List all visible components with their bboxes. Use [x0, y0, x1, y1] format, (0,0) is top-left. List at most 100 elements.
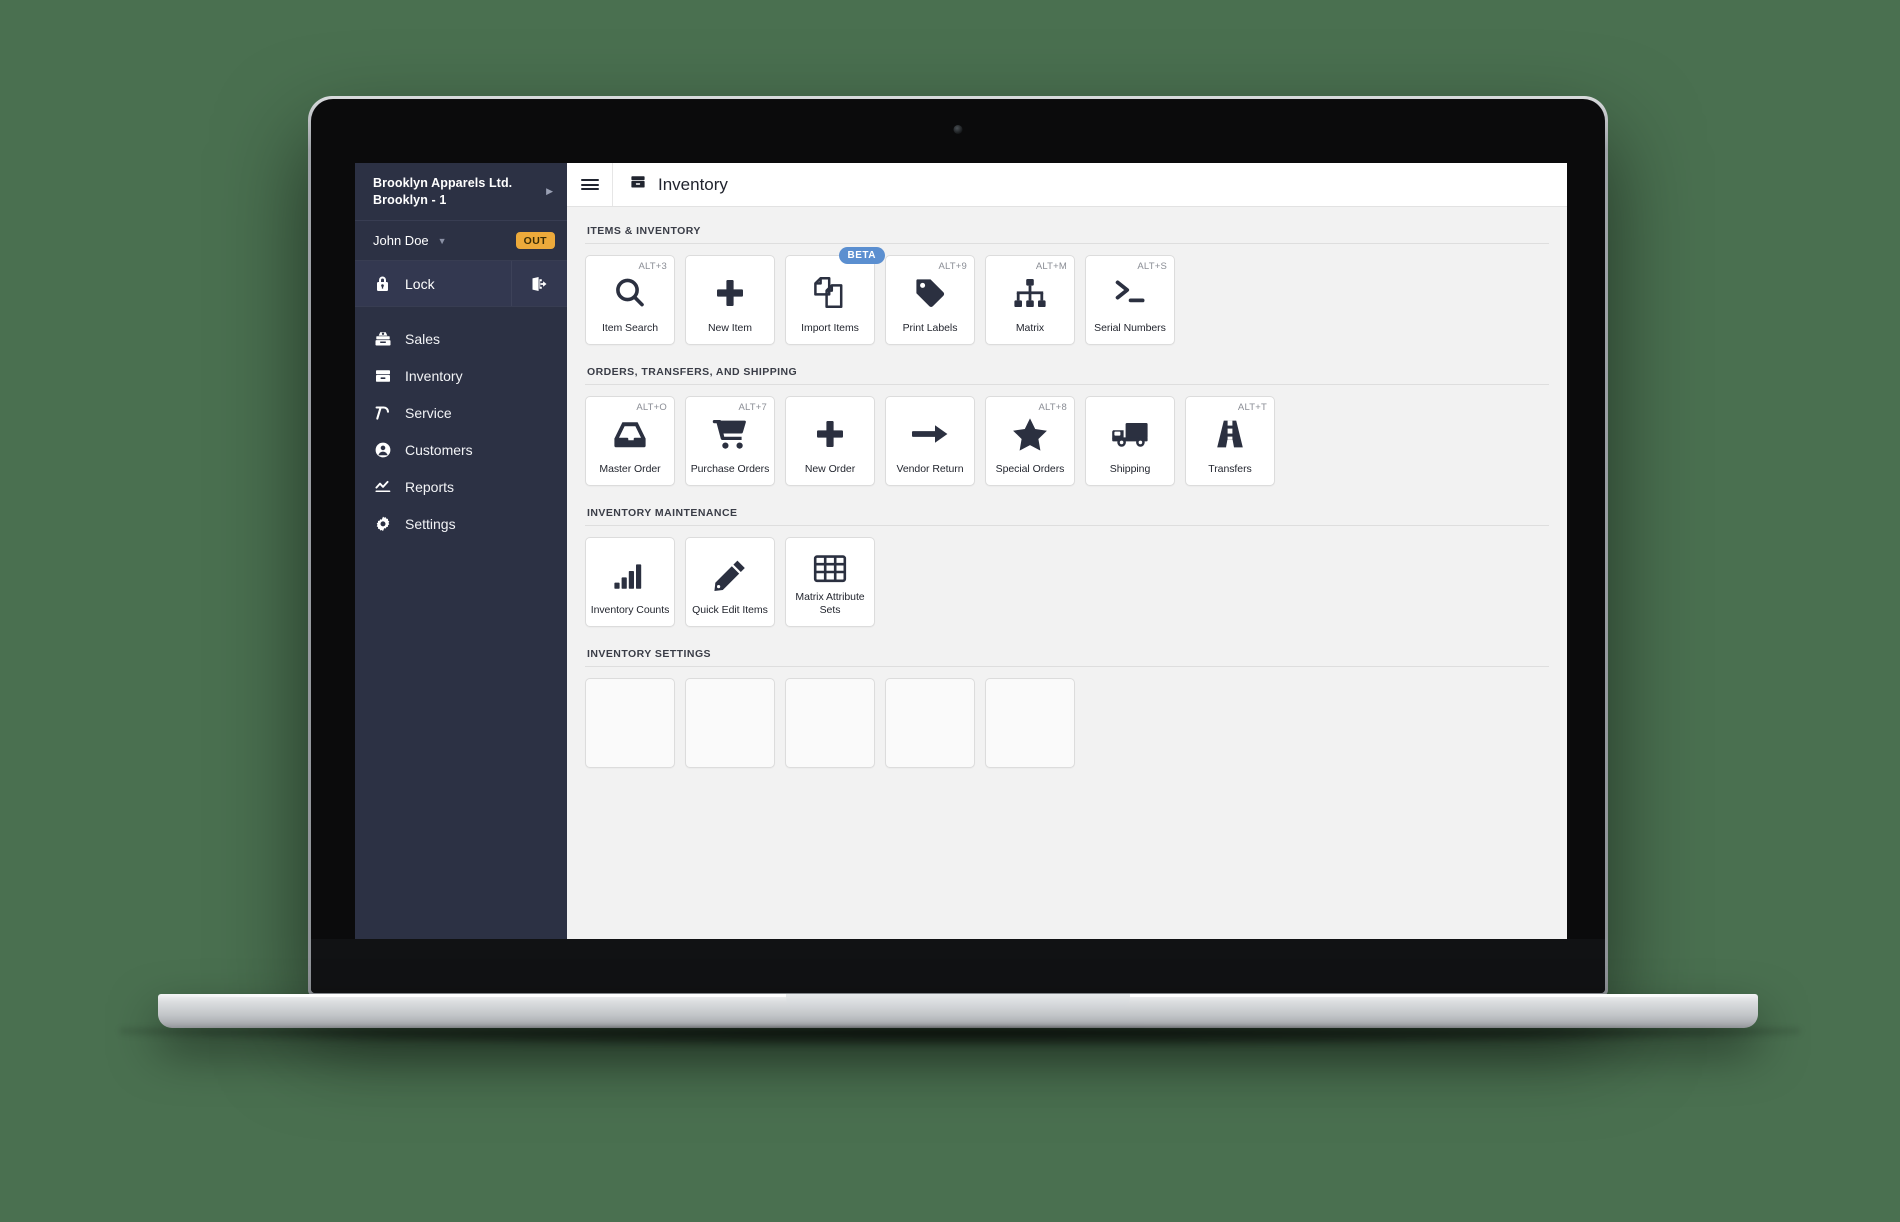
tile-placeholder[interactable]: [585, 678, 675, 768]
tile-label: Matrix Attribute Sets: [795, 591, 865, 617]
bar-chart-icon: [586, 538, 674, 604]
tile-label: Print Labels: [902, 322, 958, 335]
inventory-drawer-icon: [629, 173, 647, 196]
tile-matrix[interactable]: ALT+M Matrix: [985, 255, 1075, 345]
tile-label: Matrix: [1015, 322, 1045, 335]
section-heading: ITEMS & INVENTORY: [587, 225, 701, 237]
tile-quick-edit-items[interactable]: Quick Edit Items: [685, 537, 775, 627]
top-bar: Inventory: [567, 163, 1567, 207]
hamburger-bar: [580, 187, 599, 190]
tile-placeholder[interactable]: [785, 678, 875, 768]
lock-button[interactable]: Lock: [355, 261, 511, 306]
tile-label: Serial Numbers: [1094, 322, 1166, 335]
sidebar-item-label: Reports: [405, 478, 455, 495]
tile-shortcut: ALT+7: [738, 402, 767, 413]
sidebar-org-switcher[interactable]: Brooklyn Apparels Ltd. Brooklyn - 1 ▶: [355, 163, 567, 221]
hamburger-bar: [580, 179, 599, 182]
section-divider: [585, 384, 1549, 385]
tile-transfers[interactable]: ALT+T Transfers: [1185, 396, 1275, 486]
laptop-shadow: [120, 1028, 1800, 1046]
tile-row: ALT+O Master Order ALT+7 Purchase Orders New…: [585, 396, 1549, 486]
gear-icon: [373, 514, 392, 533]
tile-label: Item Search: [601, 322, 659, 335]
sidebar-user-name-wrap: John Doe ▼: [373, 233, 447, 248]
tile-special-orders[interactable]: ALT+8 Special Orders: [985, 396, 1075, 486]
tile-item-search[interactable]: ALT+3 Item Search: [585, 255, 675, 345]
section-divider: [585, 666, 1549, 667]
main-area: Inventory ITEMS & INVENTORY ALT+3 Item Sea…: [567, 163, 1567, 983]
tile-placeholder[interactable]: [685, 678, 775, 768]
sidebar-item-service[interactable]: Service: [355, 394, 567, 431]
sidebar-item-settings[interactable]: Settings: [355, 505, 567, 542]
content-scroll-area[interactable]: ITEMS & INVENTORY ALT+3 Item Search New Ite…: [567, 207, 1567, 983]
tile-shortcut: ALT+S: [1137, 261, 1167, 272]
tile-placeholder[interactable]: [885, 678, 975, 768]
tile-purchase-orders[interactable]: ALT+7 Purchase Orders: [685, 396, 775, 486]
tile-print-labels[interactable]: ALT+9 Print Labels: [885, 255, 975, 345]
hammer-icon: [373, 403, 392, 422]
tile-master-order[interactable]: ALT+O Master Order: [585, 396, 675, 486]
desktop-background: Brooklyn Apparels Ltd. Brooklyn - 1 ▶ Jo…: [0, 0, 1900, 1222]
section-heading: ORDERS, TRANSFERS, AND SHIPPING: [587, 366, 798, 378]
sidebar-item-sales[interactable]: Sales: [355, 320, 567, 357]
tile-shipping[interactable]: Shipping: [1085, 396, 1175, 486]
user-name: John Doe: [373, 233, 429, 248]
tile-label: Purchase Orders: [690, 463, 770, 476]
tile-shortcut: ALT+3: [638, 261, 667, 272]
section-heading: INVENTORY SETTINGS: [587, 648, 712, 660]
status-badge: OUT: [515, 232, 555, 249]
sidebar-org-text: Brooklyn Apparels Ltd. Brooklyn - 1: [373, 175, 512, 208]
tile-new-item[interactable]: New Item: [685, 255, 775, 345]
copy-pages-icon: [786, 256, 874, 322]
section-heading: INVENTORY MAINTENANCE: [587, 507, 738, 519]
chevron-down-icon[interactable]: ▼: [438, 236, 447, 246]
section-divider: [585, 243, 1549, 244]
sidebar-nav: Sales Inventory Service Customers Report…: [355, 307, 567, 542]
laptop-base-notch: [786, 994, 1130, 1008]
org-company: Brooklyn Apparels Ltd.: [373, 176, 513, 190]
tile-label: Quick Edit Items: [692, 604, 768, 617]
tile-inventory-counts[interactable]: Inventory Counts: [585, 537, 675, 627]
tile-label: Inventory Counts: [590, 604, 670, 617]
tile-label: Import Items: [801, 322, 859, 335]
sidebar-item-label: Sales: [405, 330, 441, 347]
section-divider: [585, 525, 1549, 526]
register-icon: [373, 329, 392, 348]
tile-label: New Order: [804, 463, 856, 476]
tile-shortcut: ALT+M: [1035, 261, 1067, 272]
truck-icon: [1086, 397, 1174, 463]
tile-serial-numbers[interactable]: ALT+S Serial Numbers: [1085, 255, 1175, 345]
sidebar-item-label: Inventory: [405, 367, 463, 384]
tile-shortcut: ALT+8: [1038, 402, 1067, 413]
org-location: Brooklyn - 1: [373, 192, 447, 207]
tile-matrix-attribute-sets[interactable]: Matrix Attribute Sets: [785, 537, 875, 627]
sidebar-item-label: Settings: [405, 515, 456, 532]
sidebar-item-customers[interactable]: Customers: [355, 431, 567, 468]
tile-import-items[interactable]: BETA Import Items: [785, 247, 885, 345]
sidebar-item-label: Service: [405, 404, 452, 421]
screen-viewport: Brooklyn Apparels Ltd. Brooklyn - 1 ▶ Jo…: [355, 163, 1567, 983]
hamburger-menu-icon[interactable]: [567, 163, 613, 206]
plus-icon: [786, 397, 874, 463]
page-title: Inventory: [658, 174, 728, 194]
tile-label: Special Orders: [995, 463, 1065, 476]
screen-bezel-bottom: [311, 939, 1605, 993]
sidebar-item-inventory[interactable]: Inventory: [355, 357, 567, 394]
chart-line-icon: [373, 477, 392, 496]
lock-icon: [373, 274, 392, 293]
tile-label: Master Order: [599, 463, 661, 476]
tile-label: Transfers: [1208, 463, 1252, 476]
tile-placeholder[interactable]: [985, 678, 1075, 768]
tile-new-order[interactable]: New Order: [785, 396, 875, 486]
tile-label: Vendor Return: [896, 463, 964, 476]
arrow-right-icon: [886, 397, 974, 463]
tile-row: ALT+3 Item Search New Item BETA Import Items…: [585, 247, 1549, 345]
hamburger-bar: [580, 183, 599, 186]
sidebar-user-row[interactable]: John Doe ▼ OUT: [355, 221, 567, 261]
logout-button[interactable]: [511, 261, 567, 306]
webcam-icon: [953, 125, 963, 134]
sidebar-item-reports[interactable]: Reports: [355, 468, 567, 505]
tile-vendor-return[interactable]: Vendor Return: [885, 396, 975, 486]
user-circle-icon: [373, 440, 392, 459]
